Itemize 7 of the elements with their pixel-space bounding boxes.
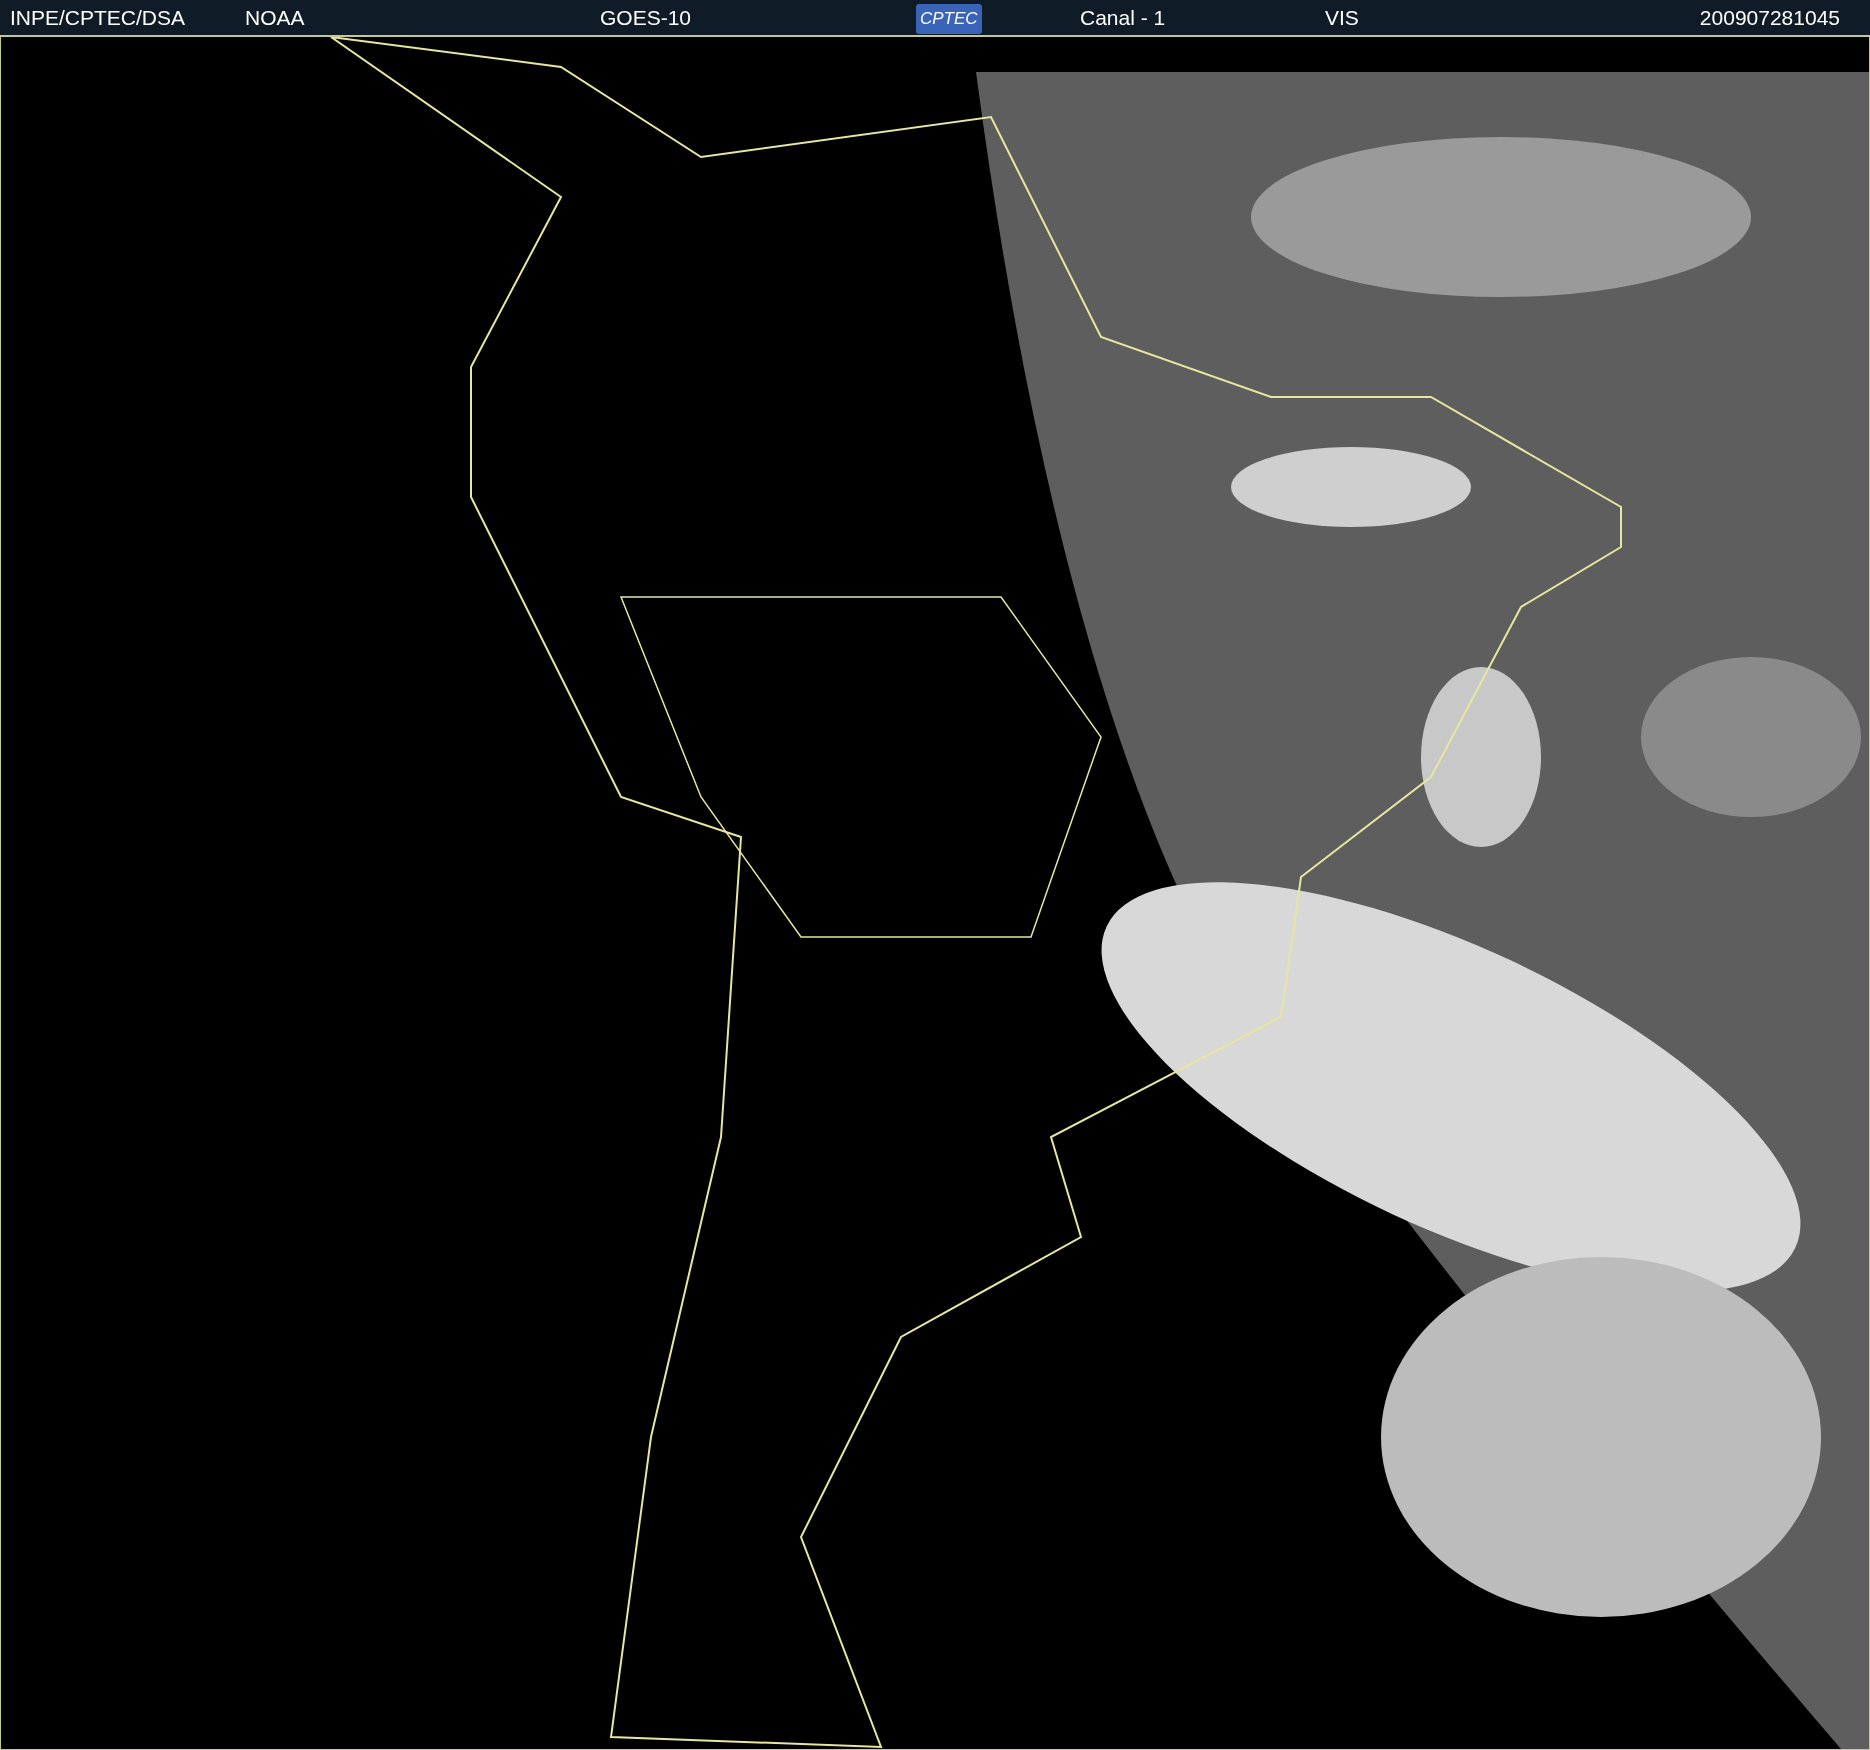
cptec-logo: CPTEC [916, 4, 982, 34]
header-label: Canal - 1 [1080, 5, 1166, 29]
header-label: NOAA [245, 5, 305, 29]
header-label: GOES-10 [600, 5, 692, 29]
header-label: VIS [1325, 5, 1359, 29]
header-label: INPE/CPTEC/DSA [10, 5, 186, 29]
header-label: 200907281045 [1699, 5, 1840, 29]
